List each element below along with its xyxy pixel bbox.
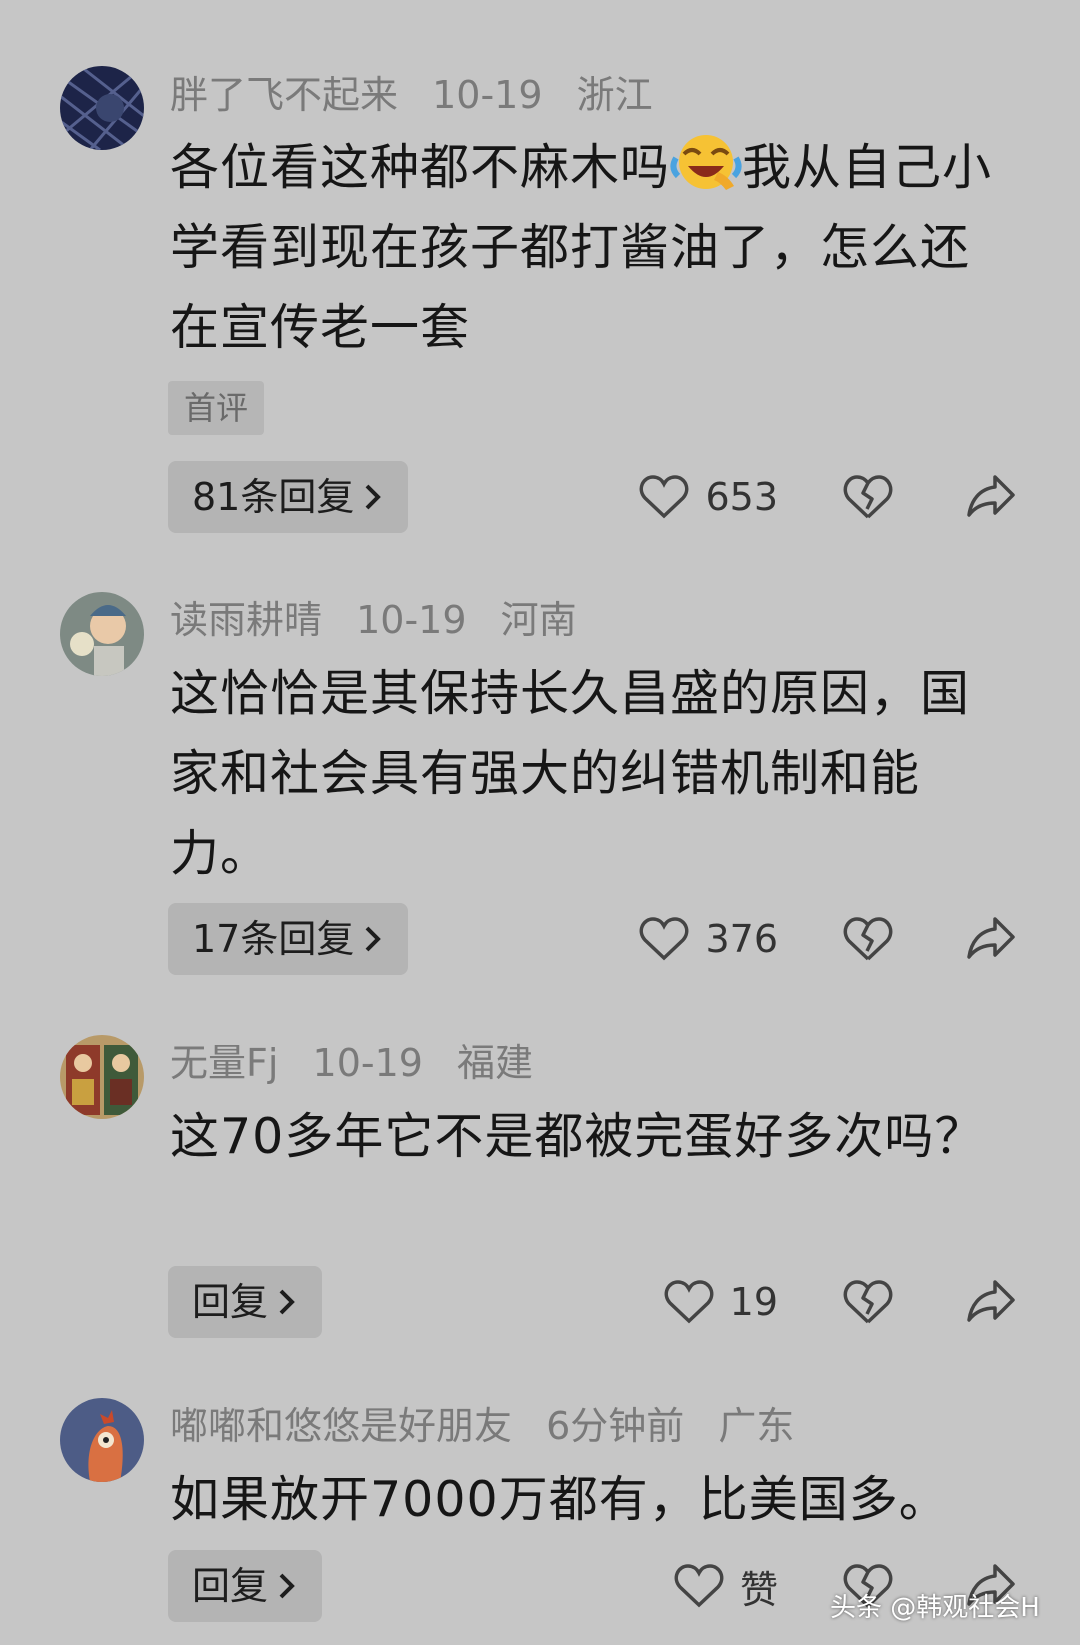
comment-actions: 653 (0, 461, 1080, 533)
share-arrow-icon[interactable] (965, 915, 1017, 961)
comment-text: 如果放开7000万都有，比美国多。 (170, 1471, 949, 1528)
comment-actions: 19 (0, 1266, 1080, 1338)
like-button[interactable]: 653 (639, 461, 778, 533)
heart-outline-icon (664, 1280, 714, 1324)
username[interactable]: 读雨耕晴 (170, 598, 322, 642)
user-avatar[interactable] (60, 1035, 144, 1119)
avatar-image (60, 1035, 144, 1119)
avatar-image (60, 592, 144, 676)
comment-date: 6分钟前 (546, 1404, 685, 1448)
comment-text: 各位看这种都不麻木吗 我从自己小学看到现在孩子都打酱油了，怎么还在宣传老一套 (170, 128, 1010, 368)
user-avatar[interactable] (60, 1398, 144, 1482)
comment-location: 广东 (718, 1404, 795, 1448)
first-comment-badge: 首评 (168, 381, 265, 435)
comment-date: 10-19 (356, 598, 467, 642)
avatar-image (60, 1398, 144, 1482)
comment-meta: 胖了飞不起来 10-19 浙江 (170, 70, 675, 120)
share-arrow-icon[interactable] (965, 473, 1017, 519)
username[interactable]: 胖了飞不起来 (170, 73, 398, 117)
comment-meta: 嘟嘟和悠悠是好朋友 6分钟前 广东 (170, 1401, 816, 1451)
user-avatar[interactable] (60, 66, 144, 150)
broken-heart-icon[interactable] (843, 473, 893, 521)
comment-location: 福建 (457, 1041, 534, 1085)
like-button[interactable]: 376 (639, 903, 778, 975)
user-avatar[interactable] (60, 592, 144, 676)
comment-location: 浙江 (576, 73, 653, 117)
like-count: 19 (729, 1280, 778, 1324)
like-button[interactable]: 19 (664, 1266, 778, 1338)
comment-date: 10-19 (312, 1041, 423, 1085)
broken-heart-icon[interactable] (843, 1278, 893, 1326)
username[interactable]: 无量Fj (170, 1041, 278, 1085)
comment-location: 河南 (500, 598, 577, 642)
comment-date: 10-19 (432, 73, 543, 117)
like-count: 赞 (739, 1567, 778, 1612)
like-count: 653 (705, 475, 778, 519)
heart-outline-icon (674, 1564, 724, 1608)
broken-heart-icon[interactable] (843, 915, 893, 963)
comment-meta: 无量Fj 10-19 福建 (170, 1038, 555, 1088)
avatar-image (60, 66, 144, 150)
comment-text: 这70多年它不是都被完蛋好多次吗？ (170, 1108, 985, 1165)
like-count: 376 (705, 917, 778, 961)
watermark: 头条 @韩观社会H (830, 1593, 1040, 1623)
share-arrow-icon[interactable] (965, 1278, 1017, 1324)
comment-actions: 376 (0, 903, 1080, 975)
heart-outline-icon (640, 475, 689, 519)
username[interactable]: 嘟嘟和悠悠是好朋友 (170, 1404, 512, 1448)
laughing-crying-emoji-icon (670, 132, 742, 192)
comment-text: 这恰恰是其保持长久昌盛的原因，国家和社会具有强大的纠错机制和能力。 (170, 665, 971, 882)
comment-meta: 读雨耕晴 10-19 河南 (170, 595, 599, 645)
heart-outline-icon (640, 917, 689, 961)
like-button[interactable]: 赞 (674, 1550, 778, 1622)
